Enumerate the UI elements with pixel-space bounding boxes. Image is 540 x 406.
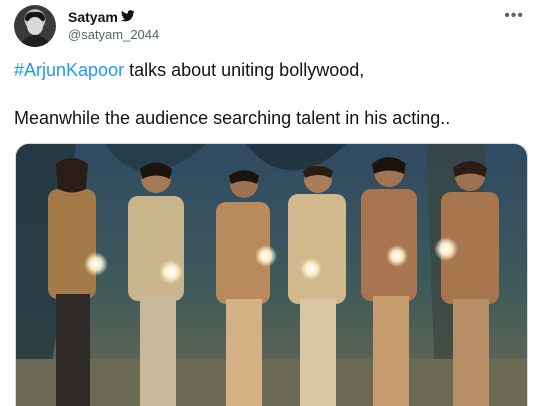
avatar[interactable]	[14, 5, 56, 47]
tweet-text-rest: talks about uniting bollywood,	[124, 60, 364, 80]
tweet-media-image[interactable]	[15, 143, 528, 406]
more-options-icon[interactable]: •••	[504, 7, 524, 25]
retro-film-still	[16, 144, 527, 406]
tweet-text-line-1: #ArjunKapoor talks about uniting bollywo…	[14, 59, 364, 81]
author-name[interactable]: Satyam	[68, 9, 118, 25]
hashtag-link[interactable]: #ArjunKapoor	[14, 60, 124, 80]
twitter-bird-icon	[121, 10, 135, 22]
tweet-text-line-2: Meanwhile the audience searching talent …	[14, 107, 450, 129]
tweet-header: Satyam @satyam_2044 •••	[14, 5, 526, 51]
author-handle[interactable]: @satyam_2044	[68, 27, 159, 42]
